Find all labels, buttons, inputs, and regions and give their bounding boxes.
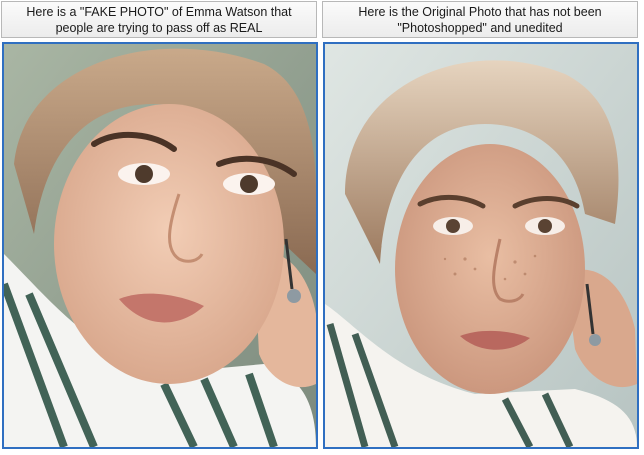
fake-photo-caption-text: Here is a "FAKE PHOTO" of Emma Watson th…: [26, 4, 292, 35]
original-photo-frame: [323, 42, 639, 449]
right-panel: Here is the Original Photo that has not …: [322, 1, 640, 453]
left-panel: Here is a "FAKE PHOTO" of Emma Watson th…: [1, 1, 319, 453]
fake-photo-caption: Here is a "FAKE PHOTO" of Emma Watson th…: [1, 1, 317, 38]
fake-photo-image: [4, 44, 316, 447]
fake-photo-frame: [2, 42, 318, 449]
original-photo-caption-text: Here is the Original Photo that has not …: [358, 4, 602, 35]
original-photo-image: [325, 44, 637, 447]
original-photo-caption: Here is the Original Photo that has not …: [322, 1, 638, 38]
